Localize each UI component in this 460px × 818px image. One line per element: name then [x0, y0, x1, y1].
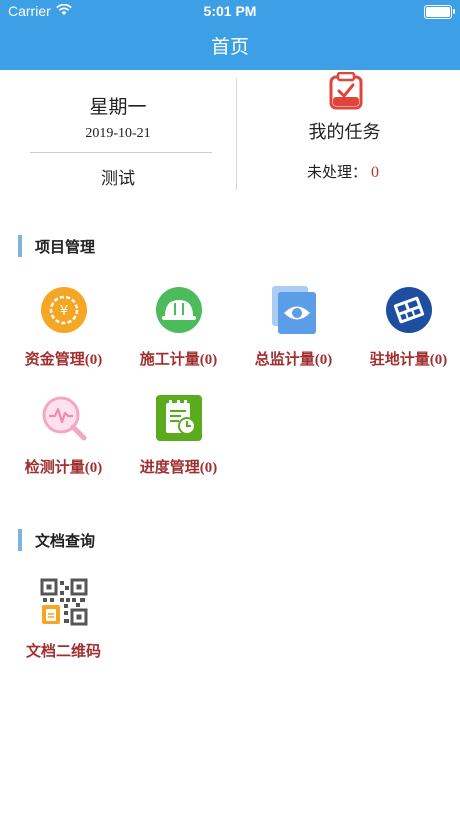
- section-title: 项目管理: [35, 238, 96, 256]
- date-user-card: 星期一 2019-10-21 测试: [0, 78, 236, 190]
- tile-inspection-measurement[interactable]: 检测计量(0): [6, 394, 121, 484]
- task-clipboard-icon: [329, 72, 363, 110]
- svg-text:¥: ¥: [60, 304, 68, 319]
- tile-fund-management[interactable]: ¥ 资金管理(0): [6, 286, 121, 376]
- top-bar: Carrier 5:01 PM 首页: [0, 0, 460, 70]
- tile-count: (0): [429, 352, 448, 368]
- section-accent-bar: [18, 235, 22, 257]
- pending-count: 0: [371, 164, 380, 181]
- building-blocks-icon: [386, 287, 432, 333]
- tile-count: (0): [199, 460, 218, 476]
- my-tasks-title: 我的任务: [308, 122, 381, 143]
- tile-label: 施工计量: [139, 350, 200, 368]
- date-label: 2019-10-21: [85, 126, 151, 141]
- tile-count: (0): [314, 352, 333, 368]
- schedule-clipboard-icon: [156, 395, 202, 441]
- pending-row: 未处理： 0: [307, 161, 379, 182]
- clock: 5:01 PM: [203, 3, 257, 19]
- tile-supervisor-measurement[interactable]: 总监计量(0): [236, 286, 351, 376]
- tile-label: 进度管理: [139, 458, 200, 476]
- tile-label: 资金管理: [24, 350, 85, 368]
- tile-construction-measurement[interactable]: 施工计量(0): [121, 286, 236, 376]
- eye-document-icon: [272, 286, 316, 334]
- tile-count: (0): [84, 352, 103, 368]
- battery-icon: [424, 5, 455, 19]
- tile-label: 总监计量: [254, 350, 315, 368]
- tile-count: (0): [84, 460, 103, 476]
- qr-code-document-icon: [40, 578, 88, 626]
- tile-label: 文档二维码: [25, 642, 101, 660]
- tile-label: 驻地计量: [369, 350, 430, 368]
- section-accent-bar: [18, 529, 22, 551]
- user-name: 测试: [101, 169, 135, 189]
- pending-label: 未处理：: [307, 163, 368, 181]
- weekday-label: 星期一: [89, 96, 147, 118]
- page-title: 首页: [210, 36, 249, 58]
- status-bar: Carrier 5:01 PM: [0, 0, 460, 24]
- tile-resident-measurement[interactable]: 驻地计量(0): [351, 286, 460, 376]
- yuan-gear-icon: ¥: [41, 287, 87, 333]
- tile-progress-management[interactable]: 进度管理(0): [121, 394, 236, 484]
- hard-hat-icon: [156, 287, 202, 333]
- tile-document-qr-code[interactable]: 文档二维码: [6, 578, 121, 668]
- section-title: 文档查询: [35, 532, 96, 550]
- pulse-magnifier-icon: [42, 396, 87, 441]
- tile-count: (0): [199, 352, 218, 368]
- tile-label: 检测计量: [24, 458, 85, 476]
- divider: [30, 152, 212, 153]
- my-tasks-card[interactable]: 我的任务 未处理： 0: [237, 68, 460, 190]
